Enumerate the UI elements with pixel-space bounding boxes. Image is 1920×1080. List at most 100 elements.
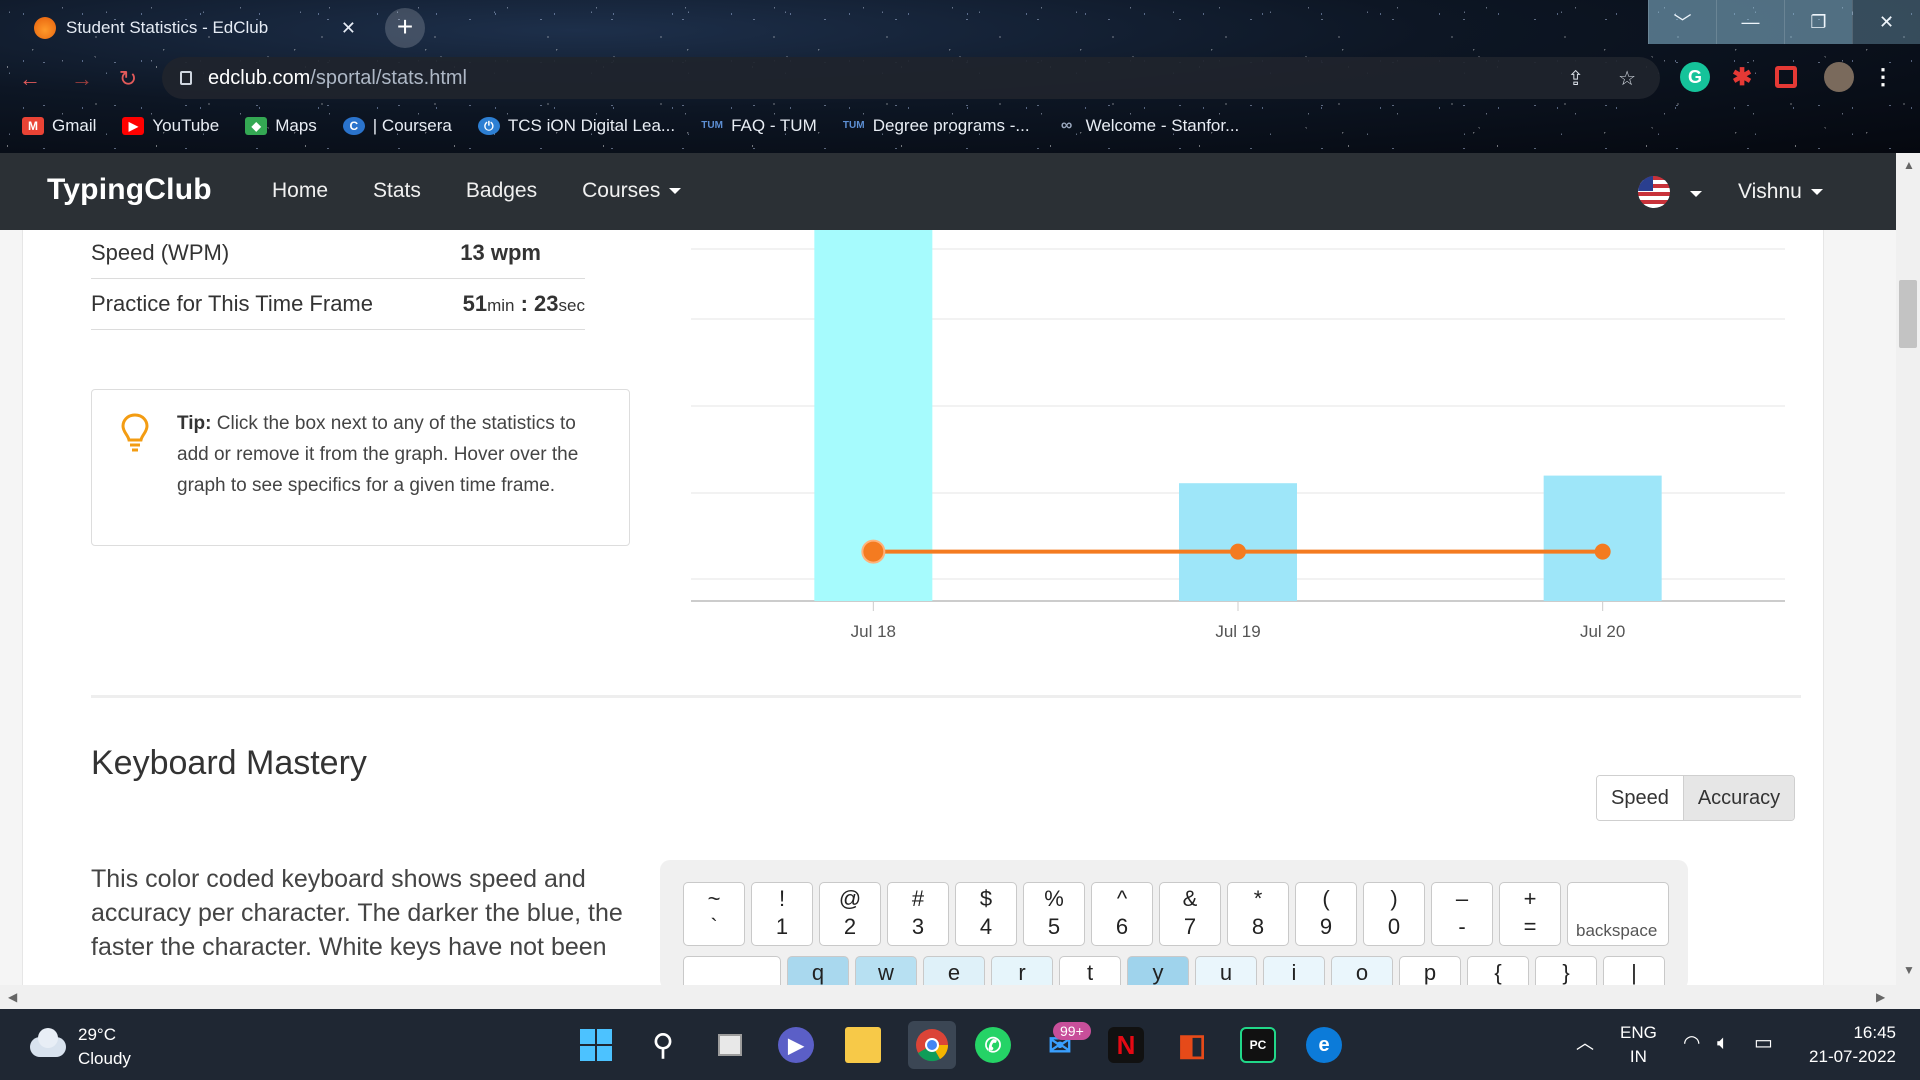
x-tick-label: Jul 18 xyxy=(851,622,896,641)
language-indicator[interactable]: ENG IN xyxy=(1620,1021,1657,1069)
key-shift-char: & xyxy=(1182,886,1198,911)
line-point[interactable] xyxy=(861,539,886,564)
chevron-down-icon xyxy=(669,188,682,194)
toggle-speed-button[interactable]: Speed xyxy=(1597,776,1684,820)
scroll-up-arrow-icon[interactable]: ▲ xyxy=(1903,158,1915,172)
vertical-scrollbar-thumb[interactable] xyxy=(1899,280,1917,348)
new-tab-button[interactable]: + xyxy=(385,8,425,48)
netflix-icon[interactable]: N xyxy=(1108,1027,1144,1063)
chrome-taskbar-slot[interactable] xyxy=(908,1021,956,1069)
stats-card: Speed (WPM) 13 wpm Practice for This Tim… xyxy=(22,230,1824,985)
user-menu[interactable]: Vishnu xyxy=(1738,180,1823,204)
share-icon[interactable]: ⇪ xyxy=(1567,66,1584,91)
key-base-char: 8 xyxy=(1251,914,1265,939)
x-tick-label: Jul 19 xyxy=(1215,622,1260,641)
bookmark-faq-tum[interactable]: TUM FAQ - TUM xyxy=(701,116,816,136)
toggle-accuracy-button[interactable]: Accuracy xyxy=(1683,776,1795,820)
forward-arrow-icon[interactable]: → xyxy=(66,63,98,95)
key-shift-char: ! xyxy=(778,886,786,911)
menu-kebab-icon[interactable]: ⋮ xyxy=(1868,62,1898,92)
bookmark-stanford[interactable]: ∞ Welcome - Stanfor... xyxy=(1056,116,1239,136)
minimize-button[interactable]: — xyxy=(1716,0,1784,44)
bookmark-youtube[interactable]: ▶ YouTube xyxy=(122,116,219,136)
tab-title: Student Statistics - EdClub xyxy=(66,18,269,37)
reload-icon[interactable]: ↻ xyxy=(112,63,144,95)
color-coded-keyboard: ~ `! 1 @2 #3 $4% 5 ^ 6 & 7 * 8(9) 0– - + = backspace q w e r t… xyxy=(660,860,1688,985)
url-path: /sportal/stats.html xyxy=(310,66,467,89)
line-point[interactable] xyxy=(1230,543,1246,560)
close-tab-icon[interactable]: ✕ xyxy=(341,18,356,39)
nav-courses[interactable]: Courses xyxy=(582,179,682,203)
extensions-puzzle-icon[interactable]: ✱ xyxy=(1727,62,1757,92)
bookmark-maps[interactable]: ◆ Maps xyxy=(245,116,317,136)
stat-row-practice[interactable]: Practice for This Time Frame 51min : 23s… xyxy=(91,278,585,330)
stat-row-speed[interactable]: Speed (WPM) 13 wpm xyxy=(91,230,585,278)
restore-button[interactable]: ❐ xyxy=(1784,0,1852,44)
key-shift-char: $ xyxy=(979,886,993,911)
key-row2-7: u xyxy=(1195,956,1257,985)
search-icon[interactable]: ⚲ xyxy=(645,1027,681,1063)
tab-search-button[interactable]: ﹀ xyxy=(1648,0,1716,44)
edge-icon[interactable]: e xyxy=(1306,1027,1342,1063)
key-3: #3 xyxy=(887,882,949,946)
address-bar[interactable]: edclub.com/sportal/stats.html ⇪ ☆ xyxy=(162,57,1660,99)
profile-avatar[interactable] xyxy=(1824,62,1854,92)
bar-jul-19[interactable] xyxy=(1179,483,1297,601)
key-row2-2: w xyxy=(855,956,917,985)
back-arrow-icon[interactable]: ← xyxy=(14,63,46,95)
bookmark-tcs[interactable]: ⏻ TCS iON Digital Lea... xyxy=(477,116,675,136)
key-base-char: 6 xyxy=(1115,914,1129,939)
key-0: ) 0 xyxy=(1363,882,1425,946)
nav-stats[interactable]: Stats xyxy=(373,179,421,203)
bar-jul-20[interactable] xyxy=(1543,475,1662,601)
chevron-up-icon[interactable]: ︿ xyxy=(1576,1031,1594,1055)
teams-chat-icon[interactable]: ▶ xyxy=(778,1027,814,1063)
scroll-left-arrow-icon[interactable]: ◀ xyxy=(8,990,17,1004)
file-explorer-icon[interactable] xyxy=(845,1027,881,1063)
bookmark-degree-programs[interactable]: TUM Degree programs -... xyxy=(843,116,1030,136)
office-icon[interactable]: ◧ xyxy=(1174,1027,1210,1063)
battery-icon[interactable]: ▭ xyxy=(1754,1031,1773,1055)
windows-start-icon[interactable] xyxy=(578,1027,614,1063)
bookmarks-bar: M Gmail ▶ YouTube ◆ Maps C | Coursera ⏻ … xyxy=(0,110,1920,142)
wifi-icon[interactable]: ◠ xyxy=(1683,1031,1700,1055)
key-5: % 5 xyxy=(1023,882,1085,946)
typingclub-logo[interactable]: TypingClub xyxy=(47,173,212,207)
key-`: ~ ` xyxy=(683,882,745,946)
chevron-down-icon[interactable] xyxy=(1690,191,1702,197)
scroll-right-arrow-icon[interactable]: ▶ xyxy=(1876,990,1885,1004)
section-divider xyxy=(91,695,1801,698)
tip-text: Click the box next to any of the statist… xyxy=(177,413,579,496)
minutes-unit: min xyxy=(487,296,515,315)
pycharm-icon[interactable]: PC xyxy=(1240,1027,1276,1063)
task-view-icon[interactable] xyxy=(712,1027,748,1063)
horizontal-scrollbar[interactable] xyxy=(0,985,1896,1009)
key-row2-6: y xyxy=(1127,956,1189,985)
key-row2-9: o xyxy=(1331,956,1393,985)
browser-tab[interactable]: Student Statistics - EdClub ✕ xyxy=(20,8,370,48)
volume-icon[interactable]: 🔈︎ xyxy=(1717,1031,1729,1055)
windows-taskbar: 29°C Cloudy ⚲ ▶ ✆ ✉ 99+ N ◧ PC e ︿ ENG I… xyxy=(0,1009,1920,1080)
bookmark-star-icon[interactable]: ☆ xyxy=(1618,66,1636,91)
scroll-down-arrow-icon[interactable]: ▼ xyxy=(1903,963,1915,977)
extension-square-icon[interactable] xyxy=(1775,66,1797,88)
stats-chart[interactable]: Jul 18 Jul 19 Jul 20 xyxy=(683,230,1793,691)
grammarly-extension-icon[interactable]: G xyxy=(1680,62,1710,92)
whatsapp-icon[interactable]: ✆ xyxy=(975,1027,1011,1063)
key-row2-10: p xyxy=(1399,956,1461,985)
line-point[interactable] xyxy=(1594,543,1611,560)
seconds-unit: sec xyxy=(558,296,585,315)
clock[interactable]: 16:45 21-07-2022 xyxy=(1796,1021,1896,1069)
bookmark-gmail[interactable]: M Gmail xyxy=(22,116,96,136)
bookmark-label: | Coursera xyxy=(372,116,452,135)
close-window-button[interactable]: ✕ xyxy=(1852,0,1920,44)
key-shift-char: * xyxy=(1253,886,1263,911)
nav-badges[interactable]: Badges xyxy=(466,179,537,203)
key-1: ! 1 xyxy=(751,882,813,946)
nav-home[interactable]: Home xyxy=(272,179,328,203)
us-flag-icon[interactable] xyxy=(1638,176,1670,208)
bookmark-coursera[interactable]: C | Coursera xyxy=(342,116,452,136)
stat-label: Practice for This Time Frame xyxy=(91,291,373,316)
key-base-char: 7 xyxy=(1183,914,1197,939)
weather-widget[interactable]: 29°C Cloudy xyxy=(30,1023,131,1071)
